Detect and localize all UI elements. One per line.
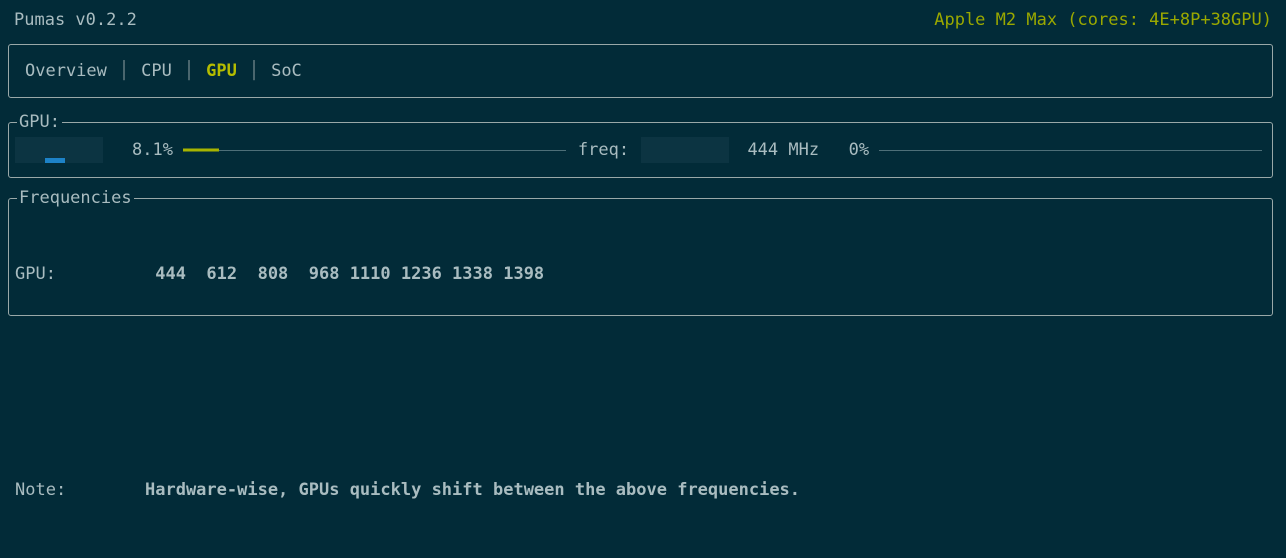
tab-overview[interactable]: Overview <box>25 62 107 80</box>
gpu-freq-value: 444 MHz <box>747 139 820 160</box>
gpu-usage-sparkline-bar <box>45 158 65 163</box>
gpu-usage-sparkline <box>15 137 103 163</box>
tab-soc[interactable]: SoC <box>271 62 302 80</box>
gpu-usage-value: 8.1% <box>132 139 173 160</box>
tab-bar: Overview │ CPU │ GPU │ SoC <box>8 44 1273 98</box>
tab-separator: │ <box>248 60 260 81</box>
gpu-usage-panel: GPU: 8.1% freq: 444 MHz 0% <box>8 114 1273 178</box>
tab-separator: │ <box>118 60 130 81</box>
gpu-usage-gauge-fill <box>183 148 219 152</box>
spacer-line <box>15 369 1266 396</box>
frequencies-panel-legend: Frequencies <box>17 188 134 208</box>
title-bar: Pumas v0.2.2 Apple M2 Max (cores: 4E+8P+… <box>0 0 1286 40</box>
gpu-freq-label: freq: <box>577 139 630 160</box>
gpu-frequencies-row: GPU: 444 612 808 968 1110 1236 1338 1398 <box>15 261 1266 288</box>
frequencies-panel: Frequencies GPU: 444 612 808 968 1110 12… <box>8 190 1273 500</box>
gpu-usage-gauge-track <box>183 150 566 151</box>
tab-gpu[interactable]: GPU <box>206 62 237 80</box>
gpu-freq-gauge-track <box>879 150 1262 151</box>
gpu-usage-gauge <box>183 142 566 159</box>
gpu-freq-gauge <box>879 142 1262 159</box>
note-row-text: Hardware-wise, GPUs quickly shift betwee… <box>145 480 801 500</box>
gpu-frequencies-row-label: GPU: <box>15 264 56 284</box>
gpu-freq-percent: 0% <box>848 139 870 160</box>
app-title: Pumas v0.2.2 <box>14 9 137 30</box>
gpu-freq-sparkline <box>641 137 730 163</box>
tab-cpu[interactable]: CPU <box>141 62 172 80</box>
tab-separator: │ <box>183 60 195 81</box>
gpu-frequencies-values: 444 612 808 968 1110 1236 1338 1398 <box>145 264 545 284</box>
chip-info-label: Apple M2 Max (cores: 4E+8P+38GPU) <box>934 9 1272 30</box>
